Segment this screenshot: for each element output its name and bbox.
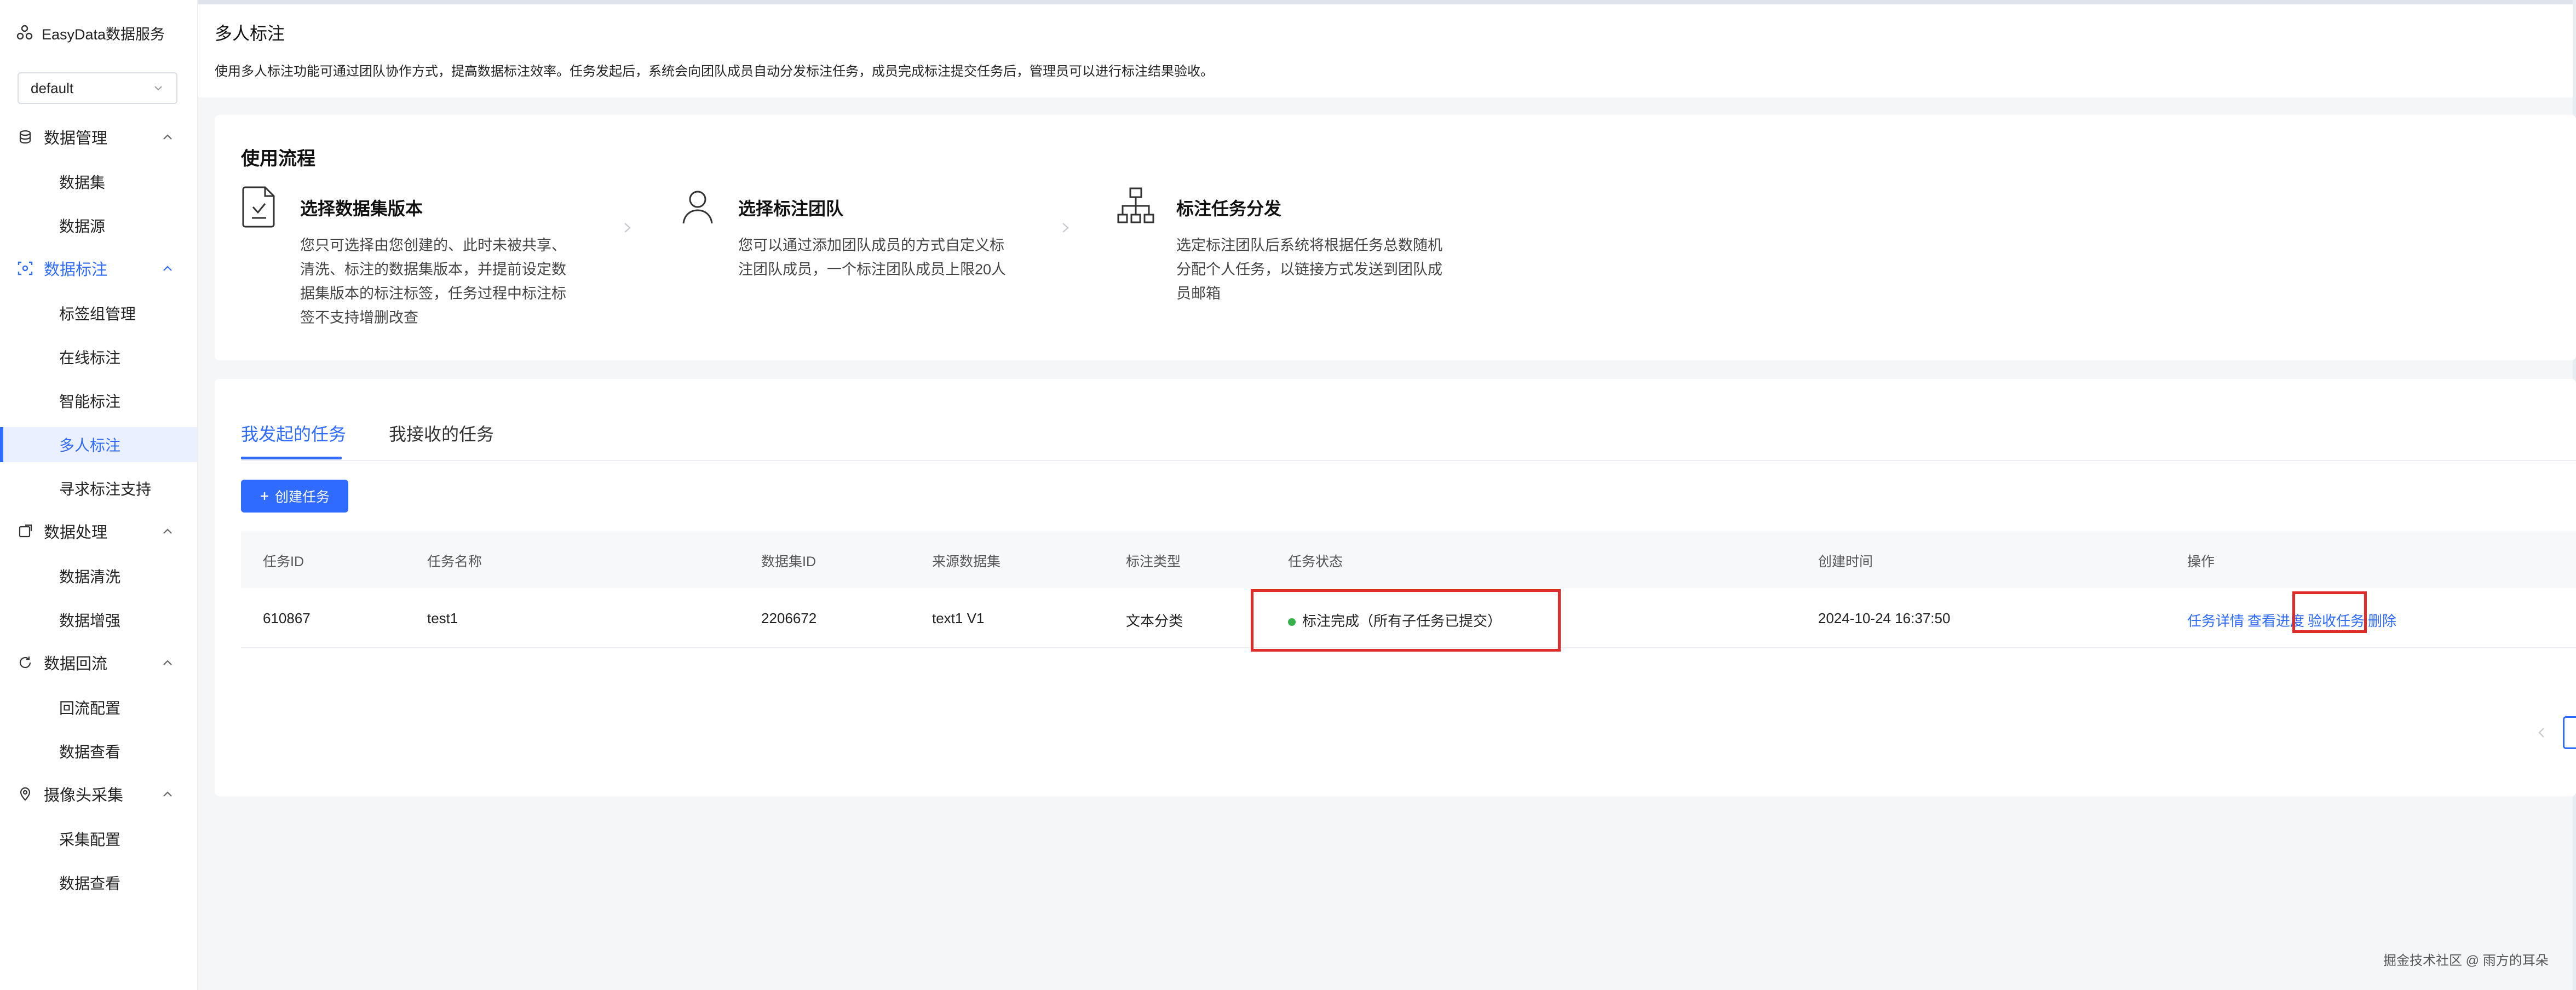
task-id: 610867: [263, 610, 311, 626]
sidebar-item-data-augmentation[interactable]: 数据增强: [0, 602, 197, 637]
process-icon: [16, 522, 34, 540]
flow-step-desc: 您可以通过添加团队成员的方式自定义标注团队成员，一个标注团队成员上限20人: [738, 237, 1007, 278]
sidebar-item-smart-labeling[interactable]: 智能标注: [0, 383, 197, 418]
sidebar-item-backflow-config[interactable]: 回流配置: [0, 690, 197, 725]
nav-group-data-processing[interactable]: 数据处理: [0, 515, 197, 548]
table-header: 任务ID 任务名称 数据集ID 来源数据集 标注类型 任务状态 创建时间 操作: [241, 531, 2576, 588]
database-icon: [16, 128, 34, 146]
column-header: 任务ID: [263, 554, 304, 569]
location-icon: [16, 785, 34, 803]
page-title: 多人标注: [215, 24, 285, 43]
nav-group-label: 数据管理: [44, 130, 108, 147]
accept-task-highlight-box: [2292, 591, 2367, 633]
column-header: 标注类型: [1126, 554, 1181, 569]
user-icon: [682, 191, 713, 224]
nav-group-data-management[interactable]: 数据管理: [0, 120, 197, 153]
sidebar-item-data-cleaning[interactable]: 数据清洗: [0, 559, 197, 594]
tab-divider: [241, 460, 2576, 461]
tab-my-initiated-tasks[interactable]: 我发起的任务: [241, 421, 346, 446]
status-highlight-box: [1251, 589, 1561, 652]
nav-group-data-backflow[interactable]: 数据回流: [0, 646, 197, 679]
delete-link[interactable]: 删除: [2368, 610, 2396, 630]
active-tab-indicator: [241, 457, 342, 459]
tab-my-received-tasks[interactable]: 我接收的任务: [389, 421, 494, 446]
org-chart-icon: [1117, 187, 1154, 223]
nav-group-label: 数据回流: [44, 655, 108, 673]
sidebar-item-labeling-support[interactable]: 寻求标注支持: [0, 471, 197, 506]
sidebar-item-online-labeling[interactable]: 在线标注: [0, 339, 197, 375]
chevron-up-icon: [163, 266, 172, 271]
label-type: 文本分类: [1126, 613, 1183, 629]
brand[interactable]: EasyData数据服务: [16, 21, 165, 45]
pagination-current-page[interactable]: [2563, 716, 2576, 749]
chevron-up-icon: [163, 528, 172, 534]
sidebar-item-backflow-view[interactable]: 数据查看: [0, 734, 197, 769]
flow-step-1: 选择数据集版本 您只可选择由您创建的、此时未被共享、清洗、标注的数据集版本，并提…: [241, 185, 580, 349]
task-detail-link[interactable]: 任务详情: [2187, 610, 2244, 630]
flow-step-desc: 选定标注团队后系统将根据任务总数随机分配个人任务，以链接方式发送到团队成员邮箱: [1176, 237, 1442, 302]
nav-group-label: 摄像头采集: [44, 787, 124, 804]
nav-group-data-labeling[interactable]: 数据标注: [0, 252, 197, 285]
flow-step-2: 选择标注团队 您可以通过添加团队成员的方式自定义标注团队成员，一个标注团队成员上…: [679, 185, 1019, 349]
chevron-up-icon: [163, 134, 172, 140]
nav-group-label: 数据标注: [44, 261, 108, 279]
plus-icon: [260, 492, 268, 500]
column-header: 数据集ID: [761, 554, 817, 569]
workspace-select[interactable]: default: [18, 72, 177, 104]
sidebar-item-label-groups[interactable]: 标签组管理: [0, 296, 197, 331]
dataset-id: 2206672: [761, 610, 817, 626]
brand-name: EasyData数据服务: [42, 26, 165, 43]
usage-flow-card: 使用流程 选择数据集版本 您只可选择由您创建的、此时未被共享、清洗、标注的数据集…: [215, 115, 2576, 360]
document-check-icon: [242, 186, 275, 228]
sidebar: EasyData数据服务 default 数据管理 数据集 数据源 数据标注 标…: [0, 0, 198, 990]
nav-group-camera-capture[interactable]: 摄像头采集: [0, 778, 197, 810]
create-task-label: 创建任务: [274, 490, 330, 505]
refresh-icon: [16, 654, 34, 671]
column-header: 来源数据集: [932, 554, 1001, 569]
create-task-button[interactable]: 创建任务: [241, 480, 348, 513]
column-header: 任务名称: [427, 554, 482, 569]
page-header: 多人标注 使用多人标注功能可通过团队协作方式，提高数据标注效率。任务发起后，系统…: [198, 4, 2573, 97]
sidebar-item-capture-view[interactable]: 数据查看: [0, 865, 197, 900]
page-description: 使用多人标注功能可通过团队协作方式，提高数据标注效率。任务发起后，系统会向团队成…: [215, 64, 1214, 79]
top-border: [0, 0, 2576, 4]
flow-step-3: 标注任务分发 选定标注团队后系统将根据任务总数随机分配个人任务，以链接方式发送到…: [1117, 185, 1457, 349]
brand-logo-icon: [16, 25, 33, 40]
chevron-up-icon: [163, 791, 172, 797]
workspace-value: default: [31, 79, 74, 96]
sidebar-item-capture-config[interactable]: 采集配置: [0, 821, 197, 856]
flow-step-desc: 您只可选择由您创建的、此时未被共享、清洗、标注的数据集版本，并提前设定数据集版本…: [300, 237, 566, 326]
sidebar-item-datasets[interactable]: 数据集: [0, 164, 197, 199]
chevron-right-icon: [1062, 223, 1069, 233]
sidebar-item-multi-person-labeling[interactable]: 多人标注: [0, 427, 197, 462]
flow-title: 使用流程: [241, 148, 315, 169]
column-header: 任务状态: [1288, 554, 1343, 569]
chevron-down-icon: [154, 86, 162, 91]
task-name: test1: [427, 610, 458, 626]
tasks-card: 我发起的任务 我接收的任务 创建任务 任务ID 任务名称 数据集ID 来源数据集…: [215, 379, 2576, 796]
flow-step-title: 选择标注团队: [738, 199, 844, 218]
sidebar-item-datasources[interactable]: 数据源: [0, 208, 197, 243]
flow-step-title: 选择数据集版本: [300, 199, 423, 218]
column-header: 创建时间: [1818, 554, 1873, 569]
source-dataset: text1 V1: [932, 610, 985, 626]
created-time: 2024-10-24 16:37:50: [1818, 610, 1951, 626]
watermark-text: 掘金技术社区 @ 雨方的耳朵: [2383, 953, 2549, 968]
chevron-left-icon[interactable]: [2535, 724, 2548, 741]
chevron-right-icon: [624, 223, 631, 233]
flow-step-title: 标注任务分发: [1176, 199, 1282, 218]
nav-group-label: 数据处理: [44, 524, 108, 542]
chevron-up-icon: [163, 660, 172, 665]
scan-icon: [16, 260, 34, 277]
column-header: 操作: [2187, 554, 2215, 569]
